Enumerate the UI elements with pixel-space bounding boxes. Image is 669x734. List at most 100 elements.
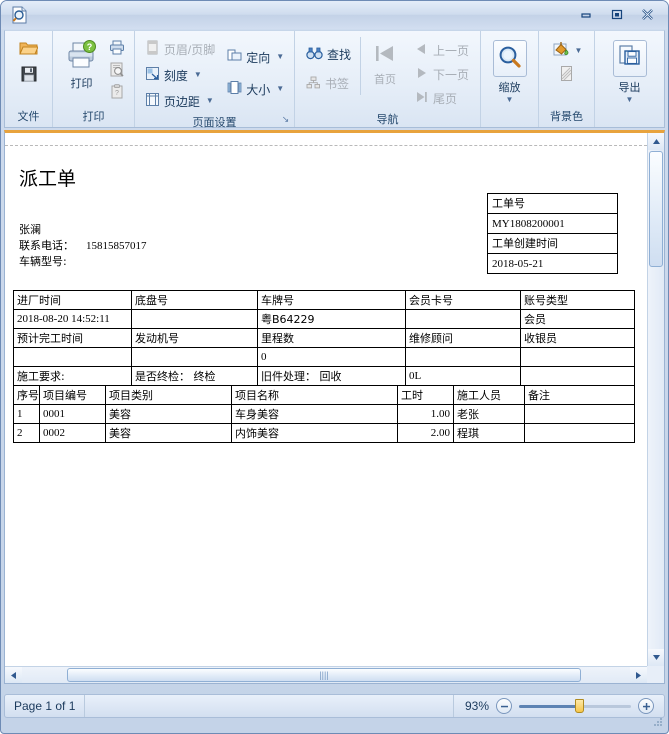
- ribbon-group-background-color: ▼ 背景色: [539, 31, 595, 127]
- ribbon-group-page-setup: 页眉/页脚 刻度 ▼: [135, 31, 295, 127]
- previous-page-label: 上一页: [433, 42, 469, 59]
- info-header-cell: 预计完工时间: [14, 329, 132, 348]
- resize-grip-icon[interactable]: [651, 716, 663, 728]
- watermark-button[interactable]: [555, 64, 577, 85]
- horizontal-scrollbar[interactable]: ||||: [5, 666, 647, 683]
- zoom-slider[interactable]: [519, 699, 631, 713]
- vertical-scrollbar-thumb[interactable]: [649, 151, 663, 267]
- items-cell: [525, 424, 635, 443]
- scroll-down-button[interactable]: [648, 649, 664, 666]
- info-value-cell: 0: [258, 348, 406, 367]
- binoculars-icon: [306, 47, 323, 63]
- first-page-button[interactable]: 首页: [364, 37, 406, 90]
- print-preview-window: 文件 ?: [0, 0, 669, 734]
- zoom-slider-thumb[interactable]: [575, 699, 584, 713]
- find-button[interactable]: 查找: [301, 43, 356, 66]
- preview-page[interactable]: 派工单 张澜 联系电话：15815857017 车辆型号: 工单号 MY1808…: [5, 133, 647, 666]
- work-order-created-value: 2018-05-21: [488, 254, 617, 274]
- margins-label: 页边距: [164, 93, 200, 110]
- scale-button[interactable]: 刻度 ▼: [140, 63, 220, 87]
- page-count-label: Page 1 of 1: [5, 695, 85, 717]
- items-header-row: 序号 项目编号 项目类别 项目名称 工时 施工人员 备注: [14, 386, 635, 405]
- open-button[interactable]: [18, 39, 40, 60]
- bookmark-button[interactable]: 书签: [301, 72, 356, 95]
- zoom-button[interactable]: 缩放 ▼: [487, 37, 533, 106]
- customer-name: 张澜: [19, 222, 147, 238]
- save-button[interactable]: [18, 65, 40, 86]
- ribbon-toolbar: 文件 ?: [4, 30, 665, 128]
- first-page-icon: [372, 42, 398, 69]
- page-setup-doc-button[interactable]: ?: [106, 82, 128, 103]
- items-cell: 美容: [106, 424, 232, 443]
- quick-print-button[interactable]: [106, 38, 128, 59]
- info-header-cell: 里程数: [258, 329, 406, 348]
- maximize-button[interactable]: [602, 4, 631, 24]
- window-controls: [571, 4, 662, 24]
- table-row: 1 0001 美容 车身美容 1.00 老张: [14, 405, 635, 424]
- info-header-cell: 底盘号: [132, 291, 258, 310]
- items-cell: 0001: [40, 405, 106, 424]
- ribbon-group-export: 导出 ▼: [595, 31, 664, 127]
- items-header-cell: 项目编号: [40, 386, 106, 405]
- vertical-scrollbar[interactable]: [647, 133, 664, 666]
- ribbon-group-file: 文件: [5, 31, 53, 127]
- magnifier-icon: [493, 40, 527, 77]
- last-page-icon: [414, 90, 429, 107]
- size-button[interactable]: 大小 ▼: [222, 77, 289, 101]
- info-header-cell: 会员卡号: [406, 291, 521, 310]
- items-header-cell: 项目类别: [106, 386, 232, 405]
- ribbon-group-print-label: 打印: [57, 107, 130, 127]
- page-setup-dialog-launcher[interactable]: ↘: [280, 114, 291, 125]
- document-viewport: 派工单 张澜 联系电话：15815857017 车辆型号: 工单号 MY1808…: [4, 130, 665, 684]
- print-preview-icon: [10, 5, 30, 25]
- find-label: 查找: [327, 46, 351, 63]
- info-value-cell: 0L: [406, 367, 521, 386]
- scrollbar-corner: [647, 666, 664, 683]
- info-value-cell: 是否终检： 终检: [132, 367, 258, 386]
- background-fill-button[interactable]: [551, 40, 573, 61]
- page-title: 派工单: [19, 164, 76, 191]
- header-footer-icon: [145, 40, 160, 58]
- page-content-area: 派工单 张澜 联系电话：15815857017 车辆型号: 工单号 MY1808…: [5, 145, 647, 666]
- orientation-icon: [227, 48, 242, 66]
- items-header-cell: 备注: [525, 386, 635, 405]
- scroll-right-button[interactable]: [630, 667, 647, 683]
- print-button[interactable]: ? 打印: [60, 37, 104, 94]
- chevron-down-icon: ▼: [276, 85, 284, 93]
- margins-button[interactable]: 页边距 ▼: [140, 89, 220, 113]
- previous-page-button[interactable]: 上一页: [409, 39, 474, 62]
- header-footer-button[interactable]: 页眉/页脚: [140, 37, 220, 61]
- svg-text:?: ?: [115, 90, 119, 97]
- export-button[interactable]: 导出 ▼: [607, 37, 653, 106]
- scroll-left-button[interactable]: [5, 667, 22, 683]
- paint-bucket-icon: [552, 41, 571, 61]
- chevron-down-icon[interactable]: ▼: [575, 47, 583, 55]
- info-value-cell: 施工要求:: [14, 367, 132, 386]
- horizontal-scrollbar-thumb[interactable]: ||||: [67, 668, 581, 682]
- zoom-in-button[interactable]: [638, 698, 654, 714]
- minimize-button[interactable]: [571, 4, 600, 24]
- last-page-button[interactable]: 尾页: [409, 87, 474, 110]
- items-header-cell: 施工人员: [454, 386, 525, 405]
- chevron-down-icon: ▼: [276, 53, 284, 61]
- next-page-button[interactable]: 下一页: [409, 63, 474, 86]
- scroll-up-button[interactable]: [648, 133, 664, 150]
- zoom-button-label: 缩放: [499, 79, 521, 95]
- print-preview-small-button[interactable]: [106, 60, 128, 81]
- ribbon-group-background-color-label: 背景色: [543, 107, 590, 127]
- close-button[interactable]: [633, 4, 662, 24]
- save-disk-icon: [21, 66, 37, 85]
- info-value-row-2: 0: [14, 348, 635, 367]
- info-value-cell: 粤B64229: [258, 310, 406, 329]
- customer-phone-row: 联系电话：15815857017: [19, 238, 147, 254]
- items-header-cell: 项目名称: [232, 386, 398, 405]
- items-cell: 程琪: [454, 424, 525, 443]
- zoom-out-button[interactable]: [496, 698, 512, 714]
- export-icon: [613, 40, 647, 77]
- bookmark-tree-icon: [306, 76, 321, 92]
- orientation-button[interactable]: 定向 ▼: [222, 45, 289, 69]
- items-cell: 车身美容: [232, 405, 398, 424]
- table-row: 2 0002 美容 内饰美容 2.00 程琪: [14, 424, 635, 443]
- info-value-cell: [14, 348, 132, 367]
- title-bar: [1, 1, 668, 29]
